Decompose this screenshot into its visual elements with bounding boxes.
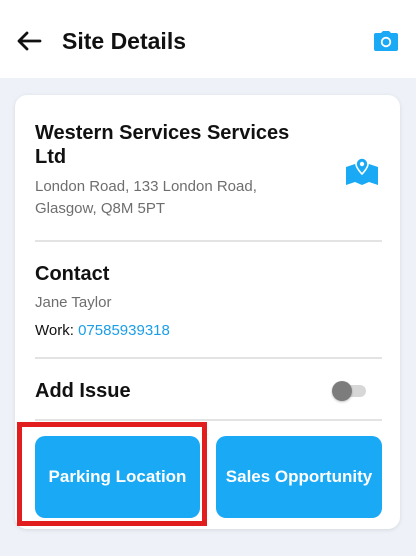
work-label: Work:	[35, 322, 74, 339]
contact-heading: Contact	[35, 263, 110, 285]
toggle-thumb	[332, 381, 352, 401]
contact-name: Jane Taylor	[35, 294, 112, 311]
site-address: London Road, 133 London Road, Glasgow, Q…	[35, 178, 257, 217]
back-button[interactable]	[14, 26, 44, 56]
add-issue-label: Add Issue	[35, 380, 131, 402]
divider	[35, 240, 382, 242]
camera-icon	[374, 31, 398, 51]
camera-button[interactable]	[372, 28, 400, 54]
work-phone-line: Work: 07585939318	[35, 321, 170, 341]
work-phone-link[interactable]: 07585939318	[78, 322, 170, 339]
map-button[interactable]	[342, 155, 382, 189]
divider	[35, 419, 382, 421]
add-issue-toggle[interactable]	[332, 381, 368, 401]
divider	[35, 357, 382, 359]
page-title: Site Details	[62, 28, 186, 54]
site-details-card: Western Services Services Ltd London Roa…	[15, 95, 400, 529]
map-pin-icon	[346, 157, 378, 185]
company-name: Western Services Services Ltd	[35, 122, 290, 168]
sales-opportunity-button[interactable]: Sales Opportunity	[216, 436, 382, 518]
arrow-left-icon	[17, 31, 42, 51]
parking-location-button[interactable]: Parking Location	[35, 436, 200, 518]
app-header: Site Details	[0, 0, 416, 78]
